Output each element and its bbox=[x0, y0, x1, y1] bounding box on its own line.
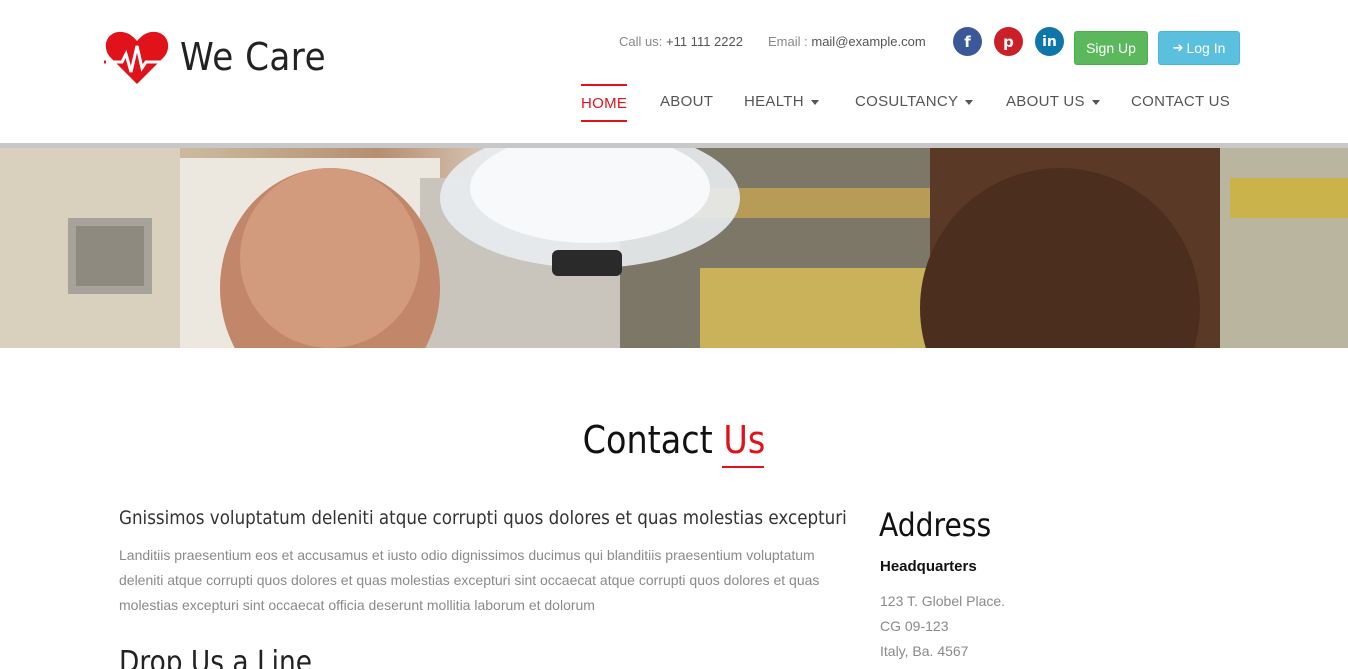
chevron-down-icon bbox=[810, 99, 819, 105]
login-icon: ➜ bbox=[1172, 40, 1184, 55]
pinterest-icon[interactable]: p bbox=[994, 27, 1023, 56]
login-button[interactable]: ➜ Log In bbox=[1158, 31, 1240, 65]
chevron-down-icon bbox=[1091, 99, 1100, 105]
nav-consultancy-label: COSULTANCY bbox=[855, 93, 959, 110]
logo[interactable]: We Care bbox=[104, 28, 342, 86]
brand-name: We Care bbox=[180, 35, 327, 79]
lead-text: Gnissimos voluptatum deleniti atque corr… bbox=[119, 507, 847, 529]
main-nav: HOME ABOUT HEALTH COSULTANCY ABOUT US CO… bbox=[0, 84, 1348, 124]
call-label: Call us: bbox=[619, 34, 663, 49]
body-paragraph: Landitiis praesentium eos et accusamus e… bbox=[119, 547, 820, 613]
nav-consultancy[interactable]: COSULTANCY bbox=[855, 84, 974, 122]
heart-pulse-icon bbox=[104, 31, 170, 84]
nav-health-label: HEALTH bbox=[744, 93, 804, 110]
call-info: Call us: +11 111 2222 bbox=[619, 34, 743, 49]
signup-button[interactable]: Sign Up bbox=[1074, 31, 1148, 65]
address-line: 123 T. Globel Place. bbox=[880, 593, 1006, 609]
drop-heading: Drop Us a Line bbox=[119, 645, 312, 669]
nav-health[interactable]: HEALTH bbox=[744, 84, 819, 122]
hero-photo bbox=[0, 148, 1348, 348]
signup-label: Sign Up bbox=[1086, 40, 1136, 56]
address-line: CG 09-123 bbox=[880, 618, 949, 634]
nav-about-us-label: ABOUT US bbox=[1006, 93, 1085, 110]
nav-contact-us[interactable]: CONTACT US bbox=[1131, 84, 1230, 122]
chevron-down-icon bbox=[965, 99, 974, 105]
nav-home[interactable]: HOME bbox=[581, 84, 628, 122]
address-line: Italy, Ba. 4567 bbox=[880, 643, 969, 659]
facebook-icon[interactable]: f bbox=[953, 27, 982, 56]
email-info: Email : mail@example.com bbox=[768, 34, 926, 49]
hero-image bbox=[0, 148, 1348, 348]
linkedin-icon[interactable]: in bbox=[1035, 27, 1064, 56]
site-header: We Care Call us: +11 111 2222 Email : ma… bbox=[0, 0, 1348, 143]
nav-about-us[interactable]: ABOUT US bbox=[1006, 84, 1100, 122]
nav-about[interactable]: ABOUT bbox=[660, 84, 713, 122]
email-label: Email : bbox=[768, 34, 808, 49]
address-title: Address bbox=[879, 506, 992, 544]
call-value[interactable]: +11 111 2222 bbox=[666, 34, 743, 49]
email-value[interactable]: mail@example.com bbox=[811, 34, 925, 49]
login-label: Log In bbox=[1186, 40, 1226, 56]
title-part2: Us bbox=[723, 418, 766, 462]
title-part1: Contact bbox=[582, 418, 724, 462]
title-underline bbox=[722, 466, 764, 468]
headquarters-label: Headquarters bbox=[880, 558, 977, 575]
page-title: Contact Us bbox=[81, 418, 1267, 462]
